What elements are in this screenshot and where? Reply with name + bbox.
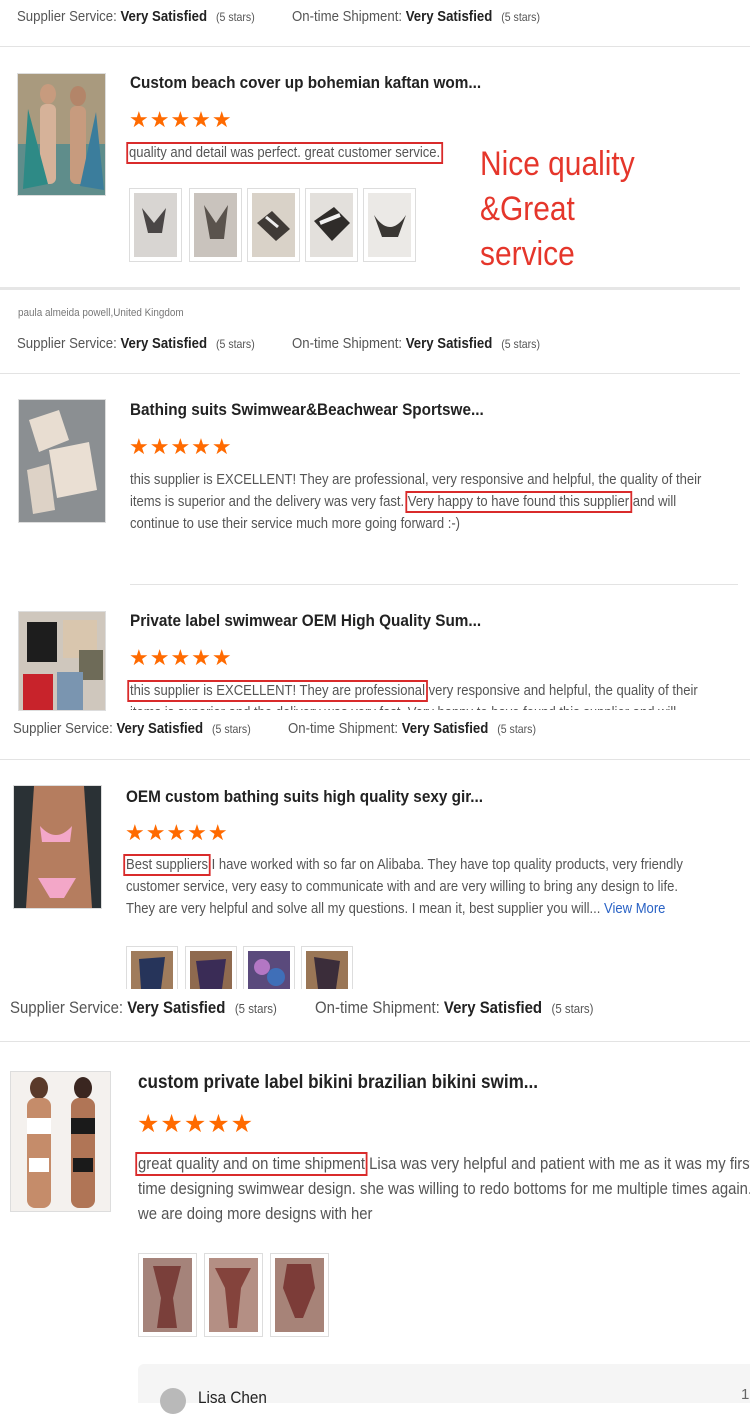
review-text-clip: this supplier is EXCELLENT! They are pro… bbox=[0, 678, 750, 710]
review-photo[interactable] bbox=[138, 1253, 197, 1337]
review-photo-image bbox=[275, 1258, 324, 1332]
highlighted-phrase: great quality and on time shipment bbox=[135, 1152, 368, 1176]
review-photo-image bbox=[368, 193, 411, 257]
review-text: this supplier is EXCELLENT! They are pro… bbox=[127, 680, 706, 710]
view-more-link[interactable]: View More bbox=[604, 901, 665, 917]
supplier-service-label: Supplier Service: bbox=[13, 720, 113, 737]
annotation-line: Nice quality &Great bbox=[480, 145, 635, 228]
product-title[interactable]: custom private label bikini brazilian bi… bbox=[138, 1072, 538, 1094]
highlighted-phrase: quality and detail was perfect. great cu… bbox=[126, 142, 443, 164]
highlighted-phrase: Very happy to have found this supplier bbox=[405, 491, 632, 513]
review-photo-image bbox=[248, 951, 290, 989]
stars-note: (5 stars) bbox=[211, 722, 251, 736]
product-title[interactable]: Private label swimwear OEM High Quality … bbox=[130, 611, 481, 631]
review-photo-image bbox=[134, 193, 177, 257]
review-photo[interactable] bbox=[270, 1253, 329, 1337]
review-text: quality and detail was perfect. great cu… bbox=[126, 142, 443, 164]
product-thumbnail[interactable] bbox=[17, 73, 106, 196]
review-photo[interactable] bbox=[243, 946, 295, 989]
on-time-value: Very Satisfied bbox=[405, 8, 493, 25]
supplier-service-value: Very Satisfied bbox=[120, 335, 208, 352]
divider bbox=[0, 287, 740, 290]
review-photo-image bbox=[310, 193, 353, 257]
star-rating: ★★★★★ bbox=[125, 820, 229, 845]
annotation-line: service bbox=[480, 235, 575, 273]
on-time-label: On-time Shipment: bbox=[315, 998, 440, 1017]
review-photo[interactable] bbox=[189, 188, 242, 262]
review-photo-image bbox=[252, 193, 295, 257]
divider bbox=[0, 759, 750, 760]
product-image bbox=[19, 400, 105, 522]
star-rating: ★★★★★ bbox=[129, 107, 233, 132]
highlighted-phrase: this supplier is EXCELLENT! They are pro… bbox=[127, 680, 428, 702]
review-photo[interactable] bbox=[305, 188, 358, 262]
review-photo-image bbox=[131, 951, 173, 989]
review-photo[interactable] bbox=[301, 946, 353, 989]
divider bbox=[0, 46, 750, 47]
review-text: Best suppliers I have worked with so far… bbox=[123, 854, 702, 920]
product-title[interactable]: Bathing suits Swimwear&Beachwear Sportsw… bbox=[130, 400, 484, 420]
on-time-label: On-time Shipment: bbox=[291, 8, 403, 25]
product-title[interactable]: OEM custom bathing suits high quality se… bbox=[126, 787, 483, 807]
review-photo[interactable] bbox=[363, 188, 416, 262]
review-photo-image bbox=[143, 1258, 192, 1332]
supplier-reply-box: Lisa Chen 1 bbox=[138, 1364, 750, 1414]
supplier-service-label: Supplier Service: bbox=[17, 335, 117, 352]
annotation-overlay: Nice quality &Great service bbox=[480, 142, 718, 277]
product-thumbnail[interactable] bbox=[13, 785, 102, 909]
divider bbox=[0, 373, 740, 374]
review-photo[interactable] bbox=[129, 188, 182, 262]
stars-note: (5 stars) bbox=[234, 1001, 277, 1016]
on-time-value: Very Satisfied bbox=[443, 998, 543, 1017]
divider bbox=[0, 1041, 750, 1042]
reply-count: 1 bbox=[741, 1386, 750, 1403]
stars-note: (5 stars) bbox=[551, 1001, 594, 1016]
divider bbox=[130, 584, 738, 585]
stars-note: (5 stars) bbox=[497, 722, 536, 736]
review-photo[interactable] bbox=[185, 946, 237, 989]
review-photo-image bbox=[209, 1258, 258, 1332]
on-time-value: Very Satisfied bbox=[401, 720, 489, 737]
star-rating: ★★★★★ bbox=[129, 434, 233, 459]
review-text: great quality and on time shipment Lisa … bbox=[135, 1152, 750, 1227]
product-image bbox=[18, 74, 105, 195]
review-body: I have worked with so far on Alibaba. Th… bbox=[126, 857, 683, 917]
review-photo-image bbox=[306, 951, 348, 989]
reply-author-name: Lisa Chen bbox=[198, 1388, 267, 1407]
supplier-service-value: Very Satisfied bbox=[120, 8, 208, 25]
on-time-label: On-time Shipment: bbox=[291, 335, 403, 352]
rating-row: Supplier Service: Very Satisfied (5 star… bbox=[10, 998, 593, 1018]
product-image bbox=[14, 786, 101, 908]
supplier-service-value: Very Satisfied bbox=[127, 998, 226, 1017]
stars-note: (5 stars) bbox=[501, 337, 540, 351]
on-time-value: Very Satisfied bbox=[405, 335, 493, 352]
reviewer-name: paula almeida powell,United Kingdom bbox=[18, 307, 184, 319]
review-photo[interactable] bbox=[247, 188, 300, 262]
stars-note: (5 stars) bbox=[215, 10, 255, 24]
review-photo[interactable] bbox=[204, 1253, 263, 1337]
supplier-service-label: Supplier Service: bbox=[17, 8, 117, 25]
supplier-service-value: Very Satisfied bbox=[116, 720, 204, 737]
star-rating: ★★★★★ bbox=[129, 645, 233, 670]
product-thumbnail[interactable] bbox=[18, 399, 106, 523]
review-text-clip: great quality and on time shipment Lisa … bbox=[0, 1148, 750, 1228]
rating-row: Supplier Service: Very Satisfied (5 star… bbox=[17, 335, 540, 352]
review-photo-image bbox=[194, 193, 237, 257]
highlighted-phrase: Best suppliers bbox=[123, 854, 211, 876]
review-text: this supplier is EXCELLENT! They are pro… bbox=[130, 469, 706, 535]
review-photo-image bbox=[190, 951, 232, 989]
on-time-label: On-time Shipment: bbox=[287, 720, 399, 737]
stars-note: (5 stars) bbox=[501, 10, 540, 24]
review-photo[interactable] bbox=[126, 946, 178, 989]
rating-row: Supplier Service: Very Satisfied (5 star… bbox=[17, 8, 540, 25]
rating-row: Supplier Service: Very Satisfied (5 star… bbox=[13, 720, 536, 737]
stars-note: (5 stars) bbox=[215, 337, 255, 351]
star-rating: ★★★★★ bbox=[137, 1110, 255, 1138]
supplier-service-label: Supplier Service: bbox=[10, 998, 124, 1017]
product-title[interactable]: Custom beach cover up bohemian kaftan wo… bbox=[130, 73, 481, 93]
avatar bbox=[160, 1388, 186, 1414]
